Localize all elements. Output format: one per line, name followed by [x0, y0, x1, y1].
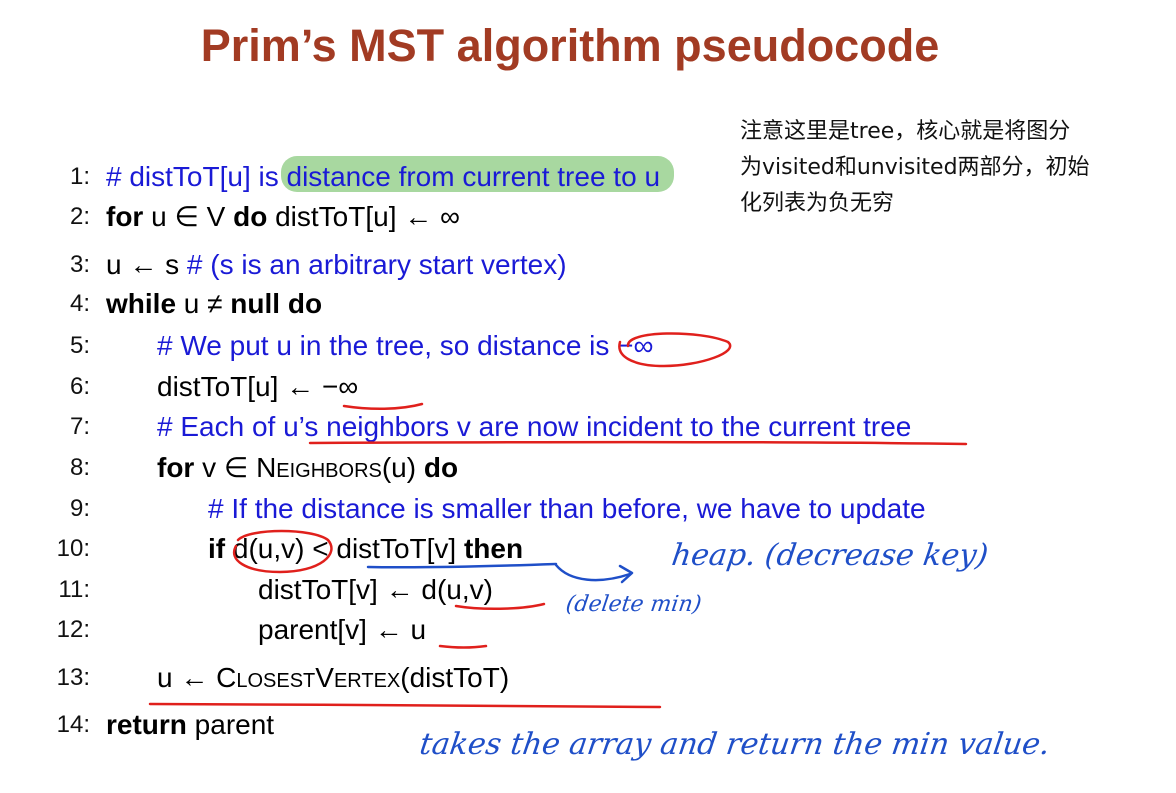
line-number: 5:: [69, 332, 90, 359]
handwritten-delete-note: (delete min): [564, 592, 704, 617]
line-number: 13:: [56, 664, 90, 691]
keyword: do: [233, 201, 268, 232]
code-text: return parent: [106, 706, 274, 744]
code-fragment: (distToT): [400, 662, 510, 693]
code-fragment: v ∈: [194, 452, 257, 483]
blue-arrow-mark: [554, 563, 632, 582]
red-underline-mark: [438, 644, 488, 649]
line-number: 2:: [69, 203, 90, 230]
code-text: distToT[v] ← d(u,v): [258, 574, 493, 605]
note-line: 化列表为负无穷: [740, 191, 895, 216]
code-text: while u ≠ null do: [106, 285, 322, 323]
code-text: for u ∈ V do distToT[u] ← ∞: [106, 198, 460, 236]
code-text: for v ∈ Neighbors(u) do: [157, 449, 458, 487]
page-title: Prim’s MST algorithm pseudocode: [200, 20, 940, 71]
code-comment: # Each of u’s neighbors v are now incide…: [157, 411, 912, 442]
code-text: parent[v] ← u: [258, 614, 427, 645]
keyword: then: [463, 533, 524, 564]
line-number: 4:: [69, 290, 90, 317]
line-number: 6:: [69, 373, 90, 400]
code-fragment: distToT[u] ← ∞: [267, 201, 460, 232]
code-text: distToT[u] ← −∞: [157, 371, 359, 402]
code-fragment: u ←: [157, 662, 217, 693]
note-line: 为visited和unvisited两部分，初始: [740, 155, 1090, 180]
code-fragment: d(u,v) < distToT[v]: [225, 533, 464, 564]
code-comment: # We put u in the tree, so distance is −…: [157, 330, 654, 361]
line-number: 9:: [69, 495, 90, 522]
code-fragment: u ≠: [176, 288, 231, 319]
line-number: 3:: [69, 251, 90, 278]
code-fragment: parent: [186, 709, 275, 740]
line-number: 12:: [56, 616, 90, 643]
code-text: u ← ClosestVertex(distToT): [157, 659, 509, 697]
code-text: if d(u,v) < distToT[v] then: [208, 530, 523, 568]
line-number: 1:: [69, 163, 90, 190]
blue-arrow-head-mark: [618, 564, 634, 584]
line-number: 7:: [69, 413, 90, 440]
handwritten-note-chinese: 注意这里是tree，核心就是将图分 为visited和unvisited两部分，…: [740, 114, 1140, 222]
code-comment: # distToT[u] is distance from current tr…: [106, 161, 661, 192]
keyword: return: [106, 709, 187, 740]
handwritten-bottom-note: takes the array and return the min value…: [417, 727, 1053, 762]
function-name: ClosestVertex: [216, 662, 401, 693]
keyword: do: [423, 452, 459, 483]
code-comment: # If the distance is smaller than before…: [208, 493, 926, 524]
keyword: for: [157, 452, 195, 483]
note-line: 注意这里是tree，核心就是将图分: [740, 119, 1071, 144]
line-number: 11:: [58, 576, 90, 603]
keyword: while: [106, 288, 177, 319]
keyword: if: [208, 533, 226, 564]
keyword: null do: [230, 288, 323, 319]
line-number: 10:: [56, 535, 90, 562]
handwritten-heap-note: heap. (decrease key): [669, 538, 991, 573]
keyword: for: [106, 201, 144, 232]
code-text: u ← s # (s is an arbitrary start vertex): [106, 246, 567, 284]
code-fragment: (u): [381, 452, 424, 483]
function-name: Neighbors: [256, 452, 382, 483]
line-number: 14:: [56, 711, 90, 738]
code-fragment: u ← s: [106, 249, 187, 280]
code-fragment: u ∈ V: [143, 201, 234, 232]
line-number: 8:: [69, 454, 90, 481]
code-comment: # (s is an arbitrary start vertex): [186, 249, 567, 280]
